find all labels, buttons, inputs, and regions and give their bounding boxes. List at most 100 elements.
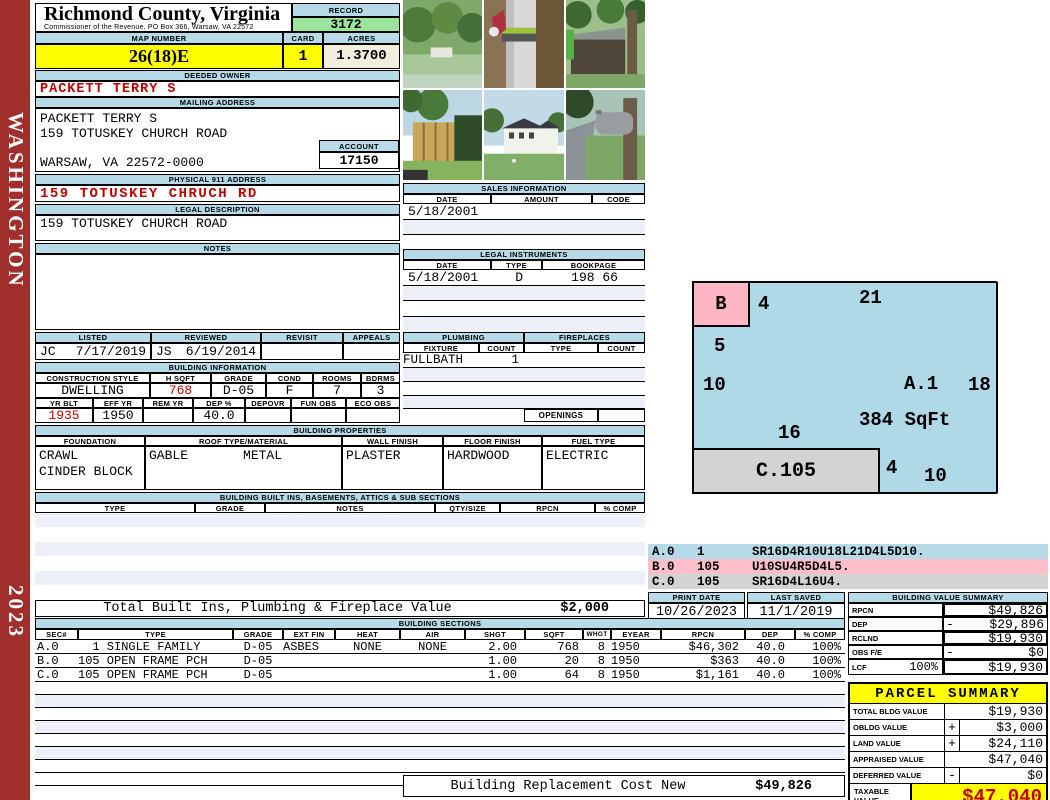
effyr-value: 1950 [93, 408, 143, 423]
bs-grade: D-05 [243, 668, 273, 681]
bdrms-header: BDRMS [361, 373, 400, 383]
bs-whgt: 8 [597, 668, 605, 681]
sales-rows: 5/18/2001 [403, 204, 645, 250]
bvs-dep-value: $29,896 [989, 616, 1044, 632]
plumbing-header: PLUMBING [403, 332, 524, 343]
physical-address-value: 159 TOTUSKEY CHRUCH RD [35, 185, 400, 202]
photo-fence[interactable] [399, 87, 482, 180]
yrblt-value: 1935 [35, 408, 93, 423]
yrblt-header: YR BLT [35, 398, 93, 408]
notes-box [35, 254, 400, 330]
bs-rpcn-header: RPCN [661, 629, 745, 640]
ps-taxable-value: $47,040 [912, 784, 1046, 800]
bs-sqft: 20 [564, 654, 579, 667]
bs-air [400, 668, 465, 681]
dep-pct-value: 40.0 [193, 408, 245, 423]
wall-finish-value: PLASTER [342, 446, 443, 490]
bs-dep: 40.0 [756, 640, 785, 653]
bs-shgt: 1.00 [488, 668, 517, 681]
ps-obldg-label: OBLDG VALUE [850, 720, 945, 735]
bs-air: NONE [418, 640, 447, 653]
card-header: CARD [283, 32, 323, 44]
openings-row: OPENINGS [524, 409, 645, 422]
sales-col-headers: DATE AMOUNT CODE [403, 194, 645, 204]
ps-total-bldg-label: TOTAL BLDG VALUE [850, 704, 945, 719]
bvs-lcf-pct: 100% [909, 660, 938, 674]
record-value: 3172 [292, 17, 400, 32]
fixture-count-header: COUNT [479, 343, 524, 353]
physical-address-header: PHYSICAL 911 ADDRESS [35, 174, 400, 185]
bi-type-header: TYPE [35, 503, 195, 513]
sketch-dim-c-height: 4 [886, 457, 898, 479]
sales-amount-header: AMOUNT [491, 194, 592, 204]
sales-date: 5/18/2001 [408, 204, 479, 219]
review-headers: LISTED REVIEWED REVISIT APPEALS [35, 332, 400, 343]
bi-qty-header: QTY/SIZE [435, 503, 500, 513]
photo-mailbox[interactable] [562, 85, 645, 180]
roof-material-value: METAL [243, 448, 283, 463]
bvs-rpcn-label: RPCN [848, 603, 943, 617]
bs-shgt: 1.00 [488, 654, 517, 667]
sales-code-header: CODE [592, 194, 645, 204]
listed-by: JC [40, 344, 56, 359]
appeals-value [343, 343, 400, 360]
acres-value: 1.3700 [323, 44, 400, 69]
bs-sqft-header: SQFT [525, 629, 583, 640]
bs-comp: 100% [812, 654, 841, 667]
bs-comp-header: % COMP [795, 629, 845, 640]
bvs-lcf-value: $19,930 [988, 659, 1043, 675]
bs-heat [335, 668, 400, 681]
ps-op: - [945, 768, 960, 783]
grade-header: GRADE [211, 373, 266, 383]
sketch-dim-top: 21 [859, 287, 882, 309]
fireplace-count-header: COUNT [598, 343, 645, 353]
dep-pct-header: DEP % [193, 398, 245, 408]
fixture-value: FULLBATH [403, 353, 464, 367]
fireplaces-header: FIREPLACES [524, 332, 645, 343]
fixture-header: FIXTURE [403, 343, 479, 353]
sketch-dim-left: 10 [703, 374, 726, 396]
cond-value: F [266, 383, 313, 398]
floor-finish-header: FLOOR FINISH [443, 436, 542, 446]
mailing-address-header: MAILING ADDRESS [35, 97, 400, 108]
bs-air [400, 654, 465, 667]
grade-value: D-05 [211, 383, 266, 398]
wall-finish-header: WALL FINISH [342, 436, 443, 446]
plumbing-row: FULLBATH 1 [403, 353, 524, 368]
bs-comp: 100% [812, 668, 841, 681]
photo-yard-trees[interactable] [400, 0, 487, 88]
built-ins-col-headers: TYPE GRADE NOTES QTY/SIZE RPCN % COMP [35, 503, 645, 513]
review-values: JC 7/17/2019 JS 6/19/2014 [35, 343, 400, 360]
effyr-header: EFF YR [93, 398, 143, 408]
bvs-obs-label: OBS F/E [848, 645, 943, 659]
deeded-owner-value: PACKETT TERRY S [35, 81, 400, 97]
segment-id: B.0 [652, 559, 675, 574]
li-type-header: TYPE [491, 260, 542, 270]
bs-eyear: 1950 [611, 654, 640, 667]
ps-obldg-value: $3,000 [996, 720, 1043, 735]
building-properties-values: CRAWL CINDER BLOCK GABLE METAL PLASTER H… [35, 446, 645, 490]
bvs-dep-label: DEP [848, 617, 943, 631]
bs-ext-header: EXT FIN [283, 629, 335, 640]
depovr-header: DEPOVR [245, 398, 291, 408]
funobs-value [291, 408, 346, 423]
building-sections-col-headers: SEC# TYPE GRADE EXT FIN HEAT AIR SHGT SQ… [35, 629, 845, 640]
sketch-section-b-label: B [715, 293, 727, 315]
bs-rpcn: $46,302 [688, 640, 739, 653]
bvs-rclnd-value: $19,930 [988, 630, 1043, 646]
photo-house-front[interactable] [480, 90, 568, 180]
bs-grade-header: GRADE [233, 629, 283, 640]
photo-post-flag[interactable] [484, 0, 564, 88]
ps-total-bldg-value: $19,930 [988, 704, 1043, 719]
bs-air-header: AIR [400, 629, 465, 640]
segment-id: A.0 [652, 544, 675, 559]
photo-strip [399, 0, 649, 180]
segment-row-a: A.0 1 SR16D4R10U18L21D4L5D10. [648, 544, 1048, 559]
floor-finish-value: HARDWOOD [443, 446, 542, 490]
replacement-cost-box: Building Replacement Cost New $49,826 [403, 775, 845, 797]
building-properties-col-headers: FOUNDATION ROOF TYPE/MATERIAL WALL FINIS… [35, 436, 645, 446]
segment-num: 105 [697, 559, 720, 574]
building-info-row2-headers: YR BLT EFF YR REM YR DEP % DEPOVR FUN OB… [35, 398, 400, 408]
photo-shed[interactable] [564, 0, 649, 88]
built-ins-total-row: Total Built Ins, Plumbing & Fireplace Va… [35, 600, 645, 617]
